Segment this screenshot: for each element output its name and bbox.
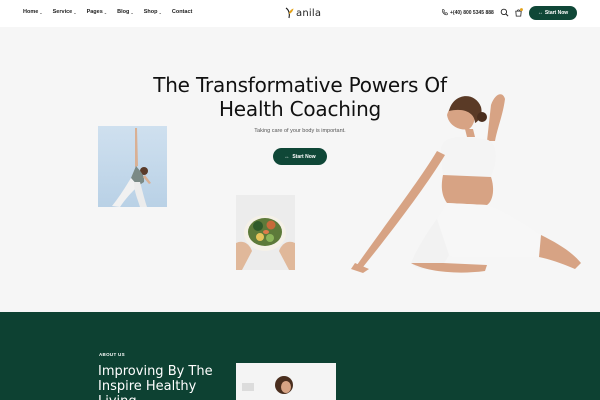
yoga-woman-photo bbox=[351, 94, 581, 273]
chevron-down-icon: ⌄ bbox=[130, 9, 134, 15]
chevron-down-icon: ⌄ bbox=[158, 9, 162, 15]
arrow-icon: ↔ bbox=[284, 153, 290, 160]
leaf-logo-icon bbox=[285, 7, 294, 19]
hero-start-now-button[interactable]: ↔ Start Now bbox=[273, 148, 327, 165]
main-nav: Home ⌄ Service ⌄ Pages ⌄ Blog ⌄ Shop ⌄ Contac… bbox=[23, 9, 192, 15]
nav-item-contact[interactable]: Contact bbox=[172, 9, 192, 15]
chevron-down-icon: ⌄ bbox=[73, 9, 77, 15]
site-logo[interactable]: anila bbox=[284, 7, 321, 19]
chevron-down-icon: ⌄ bbox=[103, 9, 108, 15]
yoga-stretch-photo bbox=[98, 126, 167, 207]
nav-label: Home bbox=[23, 9, 39, 15]
phone-icon bbox=[442, 9, 448, 16]
nav-label: Service bbox=[52, 9, 73, 15]
phone-number: +(40) 800 5345 888 bbox=[450, 9, 494, 16]
nav-label: Blog bbox=[117, 9, 130, 15]
header-phone[interactable]: +(40) 800 5345 888 bbox=[441, 9, 494, 16]
nav-label: Contact bbox=[171, 9, 193, 15]
button-label: Start Now bbox=[292, 153, 316, 160]
chevron-down-icon: ⌄ bbox=[39, 9, 43, 15]
search-icon[interactable] bbox=[500, 8, 509, 17]
about-kicker: ABOUT US bbox=[99, 352, 125, 357]
site-header: Home ⌄ Service ⌄ Pages ⌄ Blog ⌄ Shop ⌄ Contac… bbox=[0, 0, 600, 27]
button-label: Start Now bbox=[544, 10, 569, 16]
nav-item-blog[interactable]: Blog ⌄ bbox=[117, 9, 134, 15]
about-photo bbox=[236, 363, 336, 400]
about-title: Improving By The Inspire Healthy Living bbox=[98, 364, 213, 400]
about-section: ABOUT US Improving By The Inspire Health… bbox=[0, 312, 600, 400]
nav-item-shop[interactable]: Shop ⌄ bbox=[144, 9, 162, 15]
salad-bowl-photo bbox=[236, 195, 295, 270]
logo-text: anila bbox=[296, 7, 322, 19]
header-start-now-button[interactable]: ↔ Start Now bbox=[529, 6, 577, 20]
nav-item-service[interactable]: Service ⌄ bbox=[53, 9, 77, 15]
nav-item-pages[interactable]: Pages ⌄ bbox=[87, 9, 108, 15]
nav-label: Shop bbox=[143, 9, 158, 15]
nav-label: Pages bbox=[86, 9, 103, 15]
nav-item-home[interactable]: Home ⌄ bbox=[23, 9, 43, 15]
cart-icon[interactable] bbox=[514, 8, 523, 17]
arrow-icon: ↔ bbox=[537, 10, 543, 16]
